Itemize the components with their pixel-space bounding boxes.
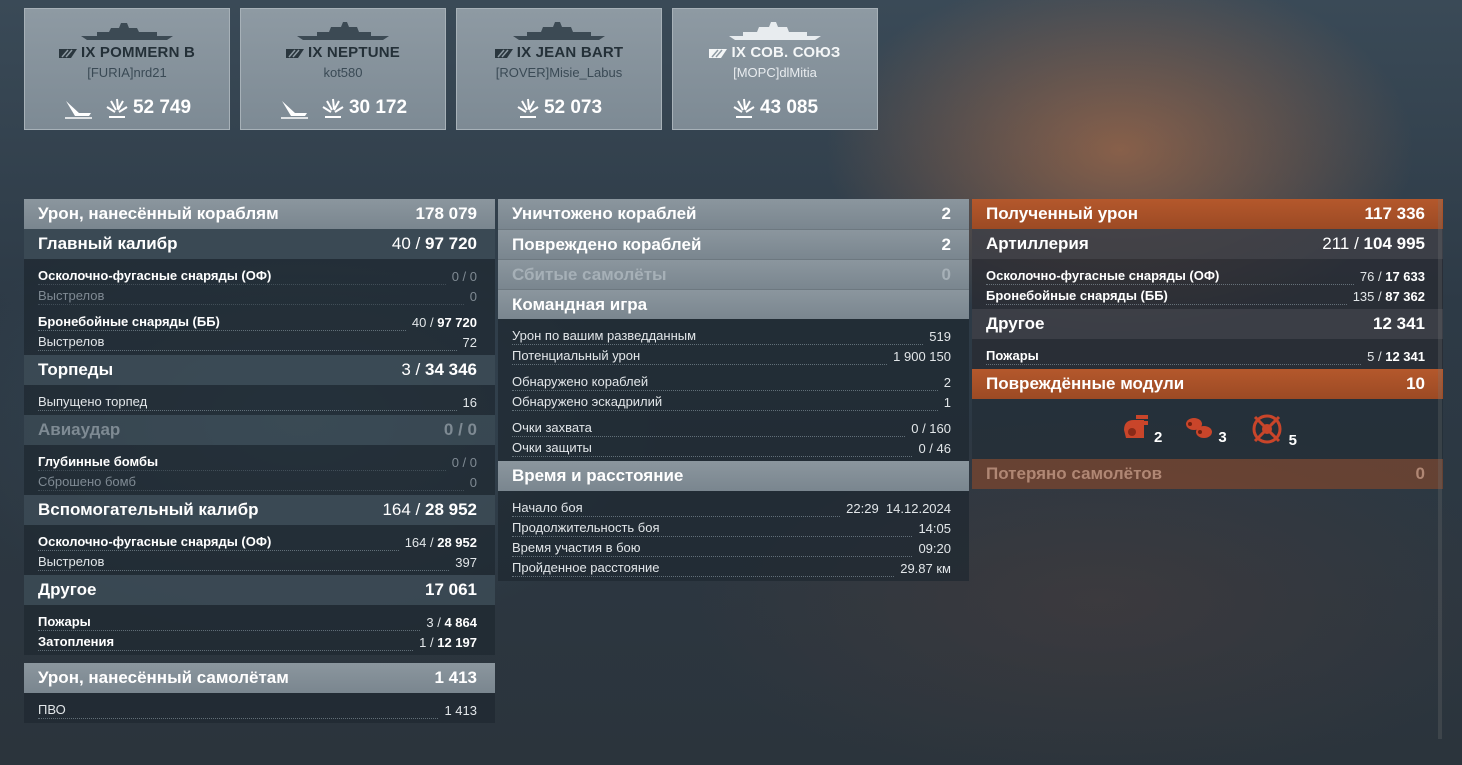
torpedoes-launched-row: Выпущено торпед 16 [38, 394, 477, 411]
plane-damage-header[interactable]: Урон, нанесённый самолётам 1 413 [24, 663, 495, 693]
ship-name: IX NEPTUNE [241, 44, 445, 61]
aa-row: ПВО 1 413 [38, 702, 477, 719]
squadrons-spotted-row: Обнаружено эскадрилий 1 [512, 394, 951, 411]
ships-spotted-row: Обнаружено кораблей 2 [512, 374, 951, 391]
artillery-header[interactable]: Артиллерия 211 / 104 995 [972, 229, 1443, 259]
other-damage-header[interactable]: Другое 17 061 [24, 575, 495, 605]
mb-he-row: Осколочно-фугасные снаряды (ОФ) 0 / 0 [38, 268, 477, 285]
torpedoes-header[interactable]: Торпеды 3 / 34 346 [24, 355, 495, 385]
planes-shot-header[interactable]: Сбитые самолёты 0 [498, 259, 969, 289]
ship-class-icon [285, 48, 304, 58]
module-steering[interactable]: 5 [1247, 409, 1297, 449]
received-damage-header[interactable]: Полученный урон 117 336 [972, 199, 1443, 229]
main-turret-icon [1123, 415, 1148, 438]
damage-value: 43 085 [759, 97, 819, 118]
battle-start-row: Начало боя 22:29 14.12.2024 [512, 500, 951, 517]
ship-silhouette-icon [297, 22, 389, 40]
damage-icon [733, 98, 755, 118]
fires-row: Пожары 3 / 4 864 [38, 614, 477, 631]
damage-icon [517, 98, 539, 118]
ship-card[interactable]: IX JEAN BART [ROVER]Misie_Labus 52 073 [456, 8, 662, 130]
damaged-modules-list: 2 3 5 [972, 399, 1443, 459]
art-he-row: Осколочно-фугасные снаряды (ОФ) 76 / 17 6… [986, 268, 1425, 285]
ship-cards: IX POMMERN B [FURIA]nrd21 52 749 IX NEPT… [24, 8, 878, 130]
defense-points-row: Очки защиты 0 / 46 [512, 440, 951, 457]
time-distance-header[interactable]: Время и расстояние [498, 461, 969, 491]
player-name: [ROVER]Misie_Labus [495, 65, 623, 80]
sunk-ship-icon [64, 101, 92, 119]
bombs-dropped-row: Сброшено бомб 0 [38, 474, 477, 491]
received-fires-row: Пожары 5 / 12 341 [986, 348, 1425, 365]
ship-class-icon [494, 48, 513, 58]
destroyed-header[interactable]: Уничтожено кораблей 2 [498, 199, 969, 229]
battle-duration-row: Продолжительность боя 14:05 [512, 520, 951, 537]
sunk-ship-icon [280, 101, 308, 119]
mb-he-shots-row: Выстрелов 0 [38, 288, 477, 305]
damage-value: 52 749 [132, 97, 192, 118]
damage-received-panel: Полученный урон 117 336 Артиллерия 211 / 1… [972, 199, 1443, 489]
mb-ap-row: Бронебойные снаряды (ББ) 40 / 97 720 [38, 314, 477, 331]
ship-silhouette-icon [81, 23, 173, 40]
capture-points-row: Очки захвата 0 / 160 [512, 420, 951, 437]
floods-row: Затопления 1 / 12 197 [38, 634, 477, 651]
mb-ap-shots-row: Выстрелов 72 [38, 334, 477, 351]
steering-gear-icon [1252, 414, 1282, 444]
planes-lost-header[interactable]: Потеряно самолётов 0 [972, 459, 1443, 489]
ship-class-icon [709, 48, 728, 58]
sec-he-row: Осколочно-фугасные снаряды (ОФ) 164 / 28 … [38, 534, 477, 551]
distance-row: Пройденное расстояние 29.87 км [512, 560, 951, 577]
other-received-header[interactable]: Другое 12 341 [972, 309, 1443, 339]
ship-card[interactable]: IX NEPTUNE kot580 30 172 [240, 8, 446, 130]
player-name: [MOPC]dlMitia [733, 65, 817, 80]
module-turret[interactable]: 2 [1118, 412, 1162, 446]
ship-damage-header[interactable]: Урон, нанесённый кораблям 178 079 [24, 199, 495, 229]
damaged-modules-header[interactable]: Повреждённые модули 10 [972, 369, 1443, 399]
ship-name: IX СОВ. СОЮЗ [673, 44, 877, 61]
art-ap-row: Бронебойные снаряды (ББ) 135 / 87 362 [986, 288, 1425, 305]
ship-silhouette-icon [729, 22, 821, 40]
airstrike-header[interactable]: Авиаудар 0 / 0 [24, 415, 495, 445]
module-torpedo[interactable]: 3 [1182, 412, 1227, 446]
depth-charges-row: Глубинные бомбы 0 / 0 [38, 454, 477, 471]
damaged-header[interactable]: Повреждено кораблей 2 [498, 229, 969, 259]
torpedo-tube-icon [1186, 418, 1213, 438]
damage-icon [322, 98, 344, 118]
ship-name: IX POMMERN B [25, 44, 229, 61]
spot-damage-row: Урон по вашим разведданным 519 [512, 328, 951, 345]
potential-damage-row: Потенциальный урон 1 900 150 [512, 348, 951, 365]
sec-shots-row: Выстрелов 397 [38, 554, 477, 571]
time-in-battle-row: Время участия в бою 09:20 [512, 540, 951, 557]
scrollbar[interactable] [1438, 199, 1442, 739]
damage-icon [106, 98, 128, 118]
damage-dealt-panel: Урон, нанесённый кораблям 178 079 Главный… [24, 199, 495, 723]
player-name: kot580 [323, 65, 363, 80]
damage-value: 52 073 [543, 97, 603, 118]
damage-value: 30 172 [348, 97, 408, 118]
ship-silhouette-icon [513, 22, 605, 40]
team-play-header[interactable]: Командная игра [498, 289, 969, 319]
main-battery-header[interactable]: Главный калибр 40 / 97 720 [24, 229, 495, 259]
ship-name: IX JEAN BART [457, 44, 661, 61]
battle-summary-panel: Уничтожено кораблей 2 Повреждено кораблей… [498, 199, 969, 581]
ship-card[interactable]: IX СОВ. СОЮЗ [MOPC]dlMitia 43 085 [672, 8, 878, 130]
player-name: [FURIA]nrd21 [87, 65, 167, 80]
ship-class-icon [58, 48, 77, 58]
ship-card[interactable]: IX POMMERN B [FURIA]nrd21 52 749 [24, 8, 230, 130]
secondary-header[interactable]: Вспомогательный калибр 164 / 28 952 [24, 495, 495, 525]
